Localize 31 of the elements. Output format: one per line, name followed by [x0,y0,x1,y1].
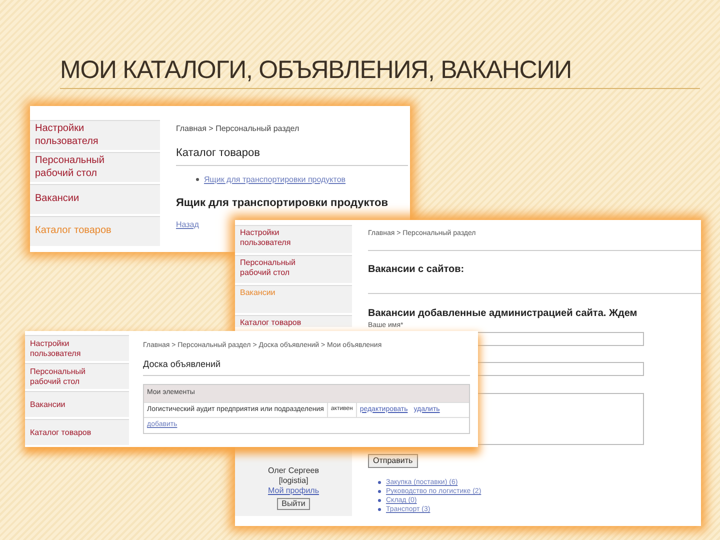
sidebar-item[interactable]: Персональный рабочий стол [25,363,129,389]
input-field[interactable] [478,362,644,376]
profile-link[interactable]: Мой профиль [268,486,319,496]
user-login: [logistia] [278,476,308,486]
breadcrumb: Главная > Персональный раздел [176,123,300,135]
section-heading: Вакансии добавленные администрацией сайта. Ждем [368,306,638,320]
slide-title: МОИ КАТАЛОГИ, ОБЪЯВЛЕНИЯ, ВАКАНСИИ [60,55,572,86]
sidebar-item[interactable]: Вакансии [25,391,129,417]
bullet-icon [378,499,381,502]
submit-button[interactable]: Отправить [368,454,418,468]
bullet-icon [378,508,381,511]
bullet-icon [196,178,199,181]
sidebar-item[interactable]: Настройки пользователя [235,225,352,253]
sidebar-item[interactable]: Каталог товаров [235,315,352,327]
sidebar-item[interactable]: Персональный рабочий стол [30,152,160,182]
page-heading: Доска объявлений [143,358,470,376]
sidebar-item[interactable]: Настройки пользователя [30,120,160,150]
catalog-link[interactable]: Ящик для транспортировки продуктов [204,174,346,186]
sidebar-item[interactable]: Настройки пользователя [25,335,129,361]
sidebar-item[interactable]: Каталог товаров [25,419,129,445]
section-heading: Вакансии с сайтов: [368,262,701,294]
user-name: Олег Сергеев [268,466,319,476]
sidebar-item[interactable]: Вакансии [30,184,160,214]
bullet-icon [378,490,381,493]
name-field[interactable] [478,332,644,346]
logout-button[interactable]: Выйти [276,498,310,510]
sidebar-item[interactable]: Персональный рабочий стол [235,255,352,283]
item-heading: Ящик для транспортировки продуктов [176,196,389,210]
back-link[interactable]: Назад [176,219,199,231]
bullet-icon [378,481,381,484]
page-heading: Каталог товаров [176,145,408,166]
